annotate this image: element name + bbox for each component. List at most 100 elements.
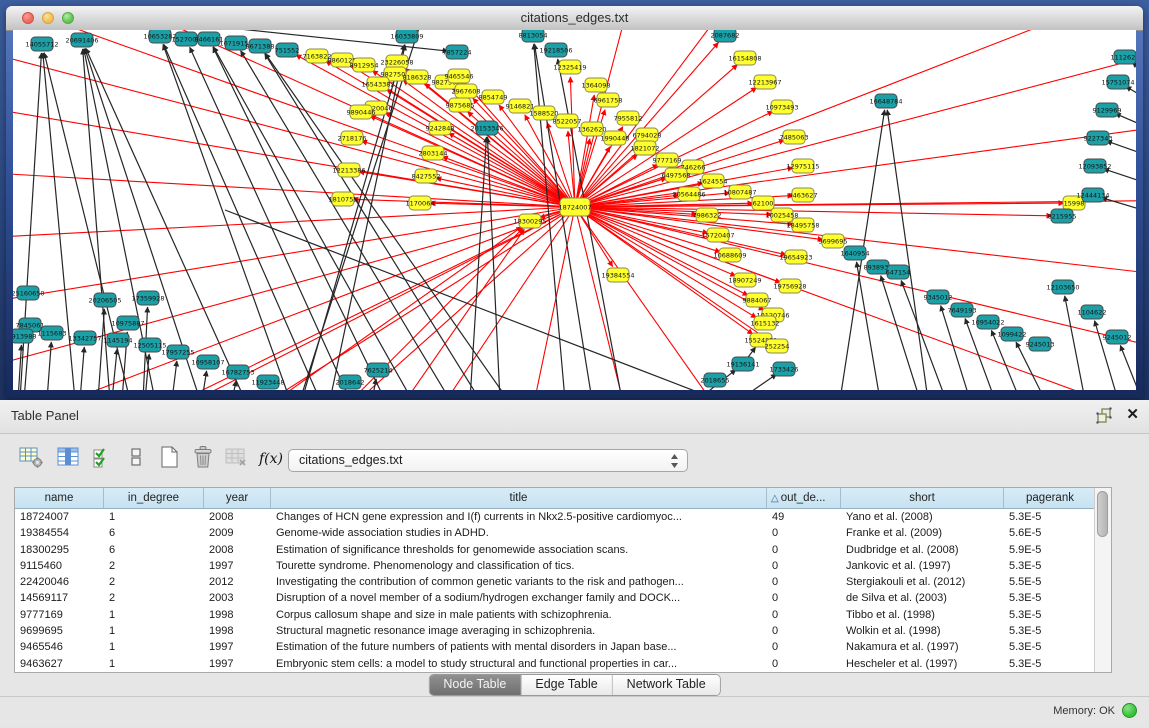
- table-cell: 2012: [204, 574, 271, 590]
- table-header-row[interactable]: name in_degree yeartitle△out_de...shortpag…: [15, 488, 1097, 509]
- table-cell: 1997: [204, 656, 271, 672]
- graph-node-label: 6497568: [662, 171, 691, 179]
- delete-trash-icon[interactable]: [188, 444, 218, 476]
- graph-node-label: 10973493: [765, 103, 798, 111]
- sort-ascending-icon: △: [771, 493, 779, 504]
- graph-node-label: 2803144: [419, 149, 448, 157]
- column-select-icon[interactable]: [53, 444, 83, 476]
- graph-node-label: 16033809: [390, 32, 423, 40]
- tab-node-table[interactable]: Node Table: [429, 675, 521, 695]
- column-header-pagerank[interactable]: pagerank: [1004, 488, 1097, 509]
- graph-node-label: 15998: [1064, 199, 1085, 207]
- graph-node-label: 1821072: [631, 144, 660, 152]
- graph-node-label: 751552: [275, 46, 300, 54]
- function-builder-icon[interactable]: f(x): [256, 444, 286, 476]
- node-table[interactable]: name in_degree yeartitle△out_de...shortpag…: [14, 487, 1112, 673]
- graph-node-label: 10025458: [765, 211, 798, 219]
- graph-node-label: 15751074: [1101, 78, 1134, 86]
- column-header-label: in_degree: [128, 492, 179, 504]
- table-cell: 1: [104, 639, 204, 655]
- tab-network-table[interactable]: Network Table: [613, 675, 720, 695]
- graph-node-label: 9345012: [924, 293, 953, 301]
- table-settings-icon[interactable]: [16, 444, 46, 476]
- graph-node-label: 16648784: [869, 97, 902, 105]
- close-panel-icon[interactable]: ✕: [1126, 405, 1139, 423]
- table-cell: Disruption of a novel member of a sodium…: [271, 590, 767, 606]
- table-row[interactable]: 911546021997Tourette syndrome. Phenomeno…: [15, 558, 1097, 574]
- column-header-year[interactable]: year: [204, 488, 271, 509]
- graph-node-label: 1145194: [104, 336, 133, 344]
- graph-node-label: 9890446: [347, 108, 376, 116]
- select-all-check-icon[interactable]: [88, 444, 118, 476]
- graph-node-label: 1640954: [841, 249, 870, 257]
- column-header-out_de[interactable]: △out_de...: [767, 488, 841, 509]
- graph-node-label: 9777169: [653, 156, 682, 164]
- new-document-icon[interactable]: [154, 444, 184, 476]
- table-cell: 1: [104, 509, 204, 525]
- graph-node-label: 9242848: [426, 124, 455, 132]
- graph-node-label: 9245012: [1103, 333, 1132, 341]
- graph-node-label: 19756928: [773, 282, 806, 290]
- graph-node-label: 9699695: [819, 237, 848, 245]
- network-graph[interactable]: 1405571220691406106532871527002946616110…: [13, 30, 1136, 390]
- table-cell: 5.5E-5: [1004, 574, 1097, 590]
- scrollbar-thumb[interactable]: [1097, 491, 1108, 537]
- table-row[interactable]: 2242004622012Investigating the contribut…: [15, 574, 1097, 590]
- tab-edge-table[interactable]: Edge Table: [521, 675, 612, 695]
- table-cell: 2008: [204, 542, 271, 558]
- column-header-short[interactable]: short: [841, 488, 1004, 509]
- column-header-title[interactable]: title: [271, 488, 767, 509]
- table-row[interactable]: 1456911722003Disruption of a novel membe…: [15, 590, 1097, 606]
- table-row[interactable]: 1872400712008Changes of HCN gene express…: [15, 509, 1097, 525]
- graph-node-label: 7649193: [948, 306, 977, 314]
- table-cell: 5.3E-5: [1004, 590, 1097, 606]
- graph-node-label: 20691406: [65, 36, 98, 44]
- float-panel-icon[interactable]: [1095, 407, 1113, 425]
- table-row[interactable]: 1938455462009Genome-wide association stu…: [15, 525, 1097, 541]
- table-cell: Stergiakouli et al. (2012): [841, 574, 1004, 590]
- table-row[interactable]: 946554611997Estimation of the future num…: [15, 639, 1097, 655]
- network-canvas[interactable]: 1405571220691406106532871527002946616110…: [13, 30, 1136, 390]
- table-cell: 5.9E-5: [1004, 542, 1097, 558]
- graph-node-label: 1615132: [751, 319, 780, 327]
- table-toolbar: f(x) citations_edges.txt: [8, 440, 1141, 482]
- table-cell: 5.3E-5: [1004, 623, 1097, 639]
- table-cell: 5.3E-5: [1004, 509, 1097, 525]
- desktop-background: citations_edges.txt 14055712206914061065…: [0, 0, 1149, 400]
- table-cell: 0: [767, 542, 841, 558]
- graph-node-label: 6794028: [633, 131, 662, 139]
- table-cell: Tibbo et al. (1998): [841, 607, 1004, 623]
- table-row[interactable]: 1830029562008Estimation of significance …: [15, 542, 1097, 558]
- table-row[interactable]: 969969511998Structural magnetic resonanc…: [15, 623, 1097, 639]
- graph-node-label: 8813054: [519, 31, 548, 39]
- graph-node-label: 18724007: [558, 203, 591, 211]
- table-cell: 0: [767, 525, 841, 541]
- table-scrollbar[interactable]: [1094, 488, 1111, 672]
- graph-node-label: 18907249: [728, 276, 761, 284]
- table-cell: Franke et al. (2009): [841, 525, 1004, 541]
- graph-node-label: 10807487: [723, 188, 756, 196]
- graph-node-label: 1112624: [1111, 53, 1136, 61]
- rows-toggle-icon[interactable]: [121, 444, 151, 476]
- graph-node-label: 19654923: [779, 253, 812, 261]
- graph-node-label: 1810755: [329, 195, 358, 203]
- table-cell: 2003: [204, 590, 271, 606]
- table-row[interactable]: 977716911998Corpus callosum shape and si…: [15, 607, 1097, 623]
- table-cell: de Silva et al. (2003): [841, 590, 1004, 606]
- graph-node-label: 25160650: [13, 289, 45, 297]
- graph-node-label: 8522057: [553, 117, 582, 125]
- column-header-name[interactable]: name: [15, 488, 104, 509]
- table-cell: 2: [104, 558, 204, 574]
- table-row[interactable]: 946362711997Embryonic stem cells: a mode…: [15, 656, 1097, 672]
- column-header-in_degree[interactable]: in_degree: [104, 488, 204, 509]
- window-titlebar[interactable]: citations_edges.txt: [6, 6, 1143, 31]
- table-cell: 1: [104, 607, 204, 623]
- graph-node-label: 6961758: [594, 96, 623, 104]
- table-cell: 5.3E-5: [1004, 607, 1097, 623]
- table-selector-combo[interactable]: citations_edges.txt: [288, 449, 688, 472]
- table-cell: 1997: [204, 558, 271, 574]
- table-cell: 2009: [204, 525, 271, 541]
- network-view-window: citations_edges.txt 14055712206914061065…: [6, 6, 1143, 398]
- graph-node-label: 12213967: [748, 78, 781, 86]
- table-body[interactable]: 1872400712008Changes of HCN gene express…: [15, 509, 1097, 672]
